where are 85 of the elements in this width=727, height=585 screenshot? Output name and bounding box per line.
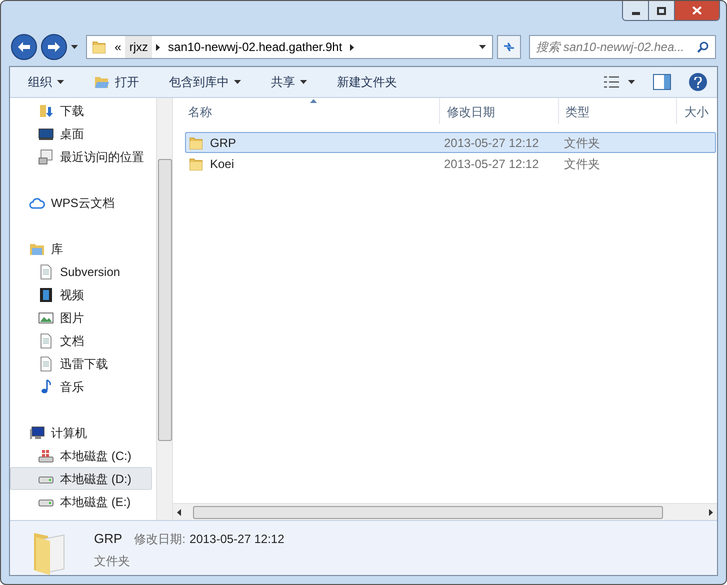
nav-item[interactable]: 库 [10, 237, 152, 260]
horizontal-scrollbar[interactable] [173, 503, 717, 520]
caret-icon [628, 80, 635, 84]
caret-icon [70, 45, 78, 50]
refresh-arrows-icon [502, 41, 516, 54]
nav-item[interactable]: 音乐 [10, 375, 152, 398]
chevron-right-icon [156, 44, 160, 51]
document-icon [38, 356, 54, 372]
caret-icon [234, 80, 241, 84]
document-icon [38, 332, 54, 348]
column-header[interactable]: 类型 [558, 98, 678, 124]
breadcrumb-item[interactable]: san10-newwj-02.head.gather.9ht [164, 38, 346, 56]
sidebar-scrollbar[interactable] [156, 98, 173, 520]
nav-item[interactable]: WPS云文档 [10, 191, 152, 214]
toolbar-button[interactable]: 包含到库中 [161, 70, 249, 94]
type-cell-text: 文件夹 [564, 134, 601, 152]
address-bar[interactable]: « rjxz san10-newwj-02.head.gather.9ht [86, 35, 494, 60]
film-icon [38, 286, 54, 302]
recent-places-icon [38, 148, 54, 164]
search-field[interactable]: 搜索 san10-newwj-02.hea... [529, 35, 716, 60]
forward-button[interactable] [40, 34, 67, 60]
file-row[interactable]: Koei 2013-05-27 12:12 文件夹 [185, 153, 716, 174]
open-folder-icon [94, 75, 110, 89]
column-header[interactable]: 名称 [181, 98, 440, 124]
system-drive-icon [38, 448, 54, 464]
arrow-left-icon [16, 41, 31, 54]
help-icon [694, 76, 702, 88]
type-cell-text: 文件夹 [564, 156, 601, 172]
close-icon [692, 6, 702, 15]
date-cell-text: 2013-05-27 12:12 [444, 134, 540, 152]
date-cell-text: 2013-05-27 12:12 [444, 156, 540, 172]
details-date-label: 修改日期: [134, 530, 186, 548]
document-icon [38, 264, 54, 280]
toolbar-button[interactable]: 新建文件夹 [329, 70, 405, 94]
list-view-icon [604, 76, 620, 88]
caret-icon [479, 45, 486, 50]
details-type: 文件夹 [94, 552, 131, 570]
breadcrumb-overflow[interactable]: « [110, 38, 126, 56]
scroll-right-icon [709, 508, 713, 516]
scroll-left-icon [177, 508, 181, 516]
caret-icon [57, 80, 64, 84]
scroll-thumb[interactable] [158, 159, 172, 441]
arrow-right-icon [46, 41, 61, 54]
scroll-thumb[interactable] [193, 506, 663, 518]
details-name: GRP [94, 530, 122, 548]
minimize-button[interactable] [623, 1, 649, 20]
back-button[interactable] [11, 34, 37, 60]
search-icon [697, 41, 709, 54]
download-folder-icon [38, 102, 54, 118]
refresh-button[interactable] [497, 35, 522, 60]
nav-item[interactable]: 视频 [10, 283, 152, 306]
preview-pane-button[interactable] [653, 74, 671, 90]
breadcrumb-item[interactable]: rjxz [125, 36, 152, 58]
nav-item[interactable]: 文档 [10, 329, 152, 352]
nav-item[interactable]: Subversion [10, 260, 152, 283]
column-header[interactable]: 修改日期 [440, 98, 559, 124]
nav-item[interactable]: 图片 [10, 306, 152, 329]
details-date: 2013-05-27 12:12 [190, 530, 284, 548]
picture-icon [38, 310, 54, 326]
nav-item[interactable]: 桌面 [10, 122, 152, 145]
nav-item[interactable]: 最近访问的位置 [10, 145, 152, 168]
toolbar-button[interactable]: 打开 [86, 70, 147, 94]
folder-icon [188, 134, 204, 150]
folder-icon [90, 39, 107, 56]
toolbar-button[interactable]: 共享 [263, 70, 315, 94]
toolbar-button[interactable]: 组织 [20, 70, 72, 94]
nav-item[interactable]: 本地磁盘 (C:) [10, 444, 152, 467]
maximize-button[interactable] [649, 1, 675, 20]
file-name: Koei [210, 156, 234, 172]
folder-icon [188, 156, 204, 172]
nav-item[interactable]: 迅雷下载 [10, 352, 152, 375]
close-button[interactable] [675, 1, 719, 20]
sort-arrow-icon [310, 99, 317, 103]
nav-item[interactable]: 计算机 [10, 421, 152, 444]
nav-item[interactable]: 本地磁盘 (E:) [10, 490, 152, 513]
column-header[interactable]: 大小 [677, 98, 717, 124]
caret-icon [300, 80, 307, 84]
nav-item[interactable]: 本地磁盘 (D:) [10, 467, 152, 490]
monitor-icon [38, 126, 54, 142]
help-button[interactable] [689, 73, 707, 91]
computer-icon [29, 424, 45, 440]
chevron-right-icon [350, 44, 354, 51]
file-name: GRP [210, 134, 236, 152]
file-row[interactable]: GRP 2013-05-27 12:12 文件夹 [185, 132, 716, 153]
nav-item[interactable]: 下载 [10, 99, 152, 122]
